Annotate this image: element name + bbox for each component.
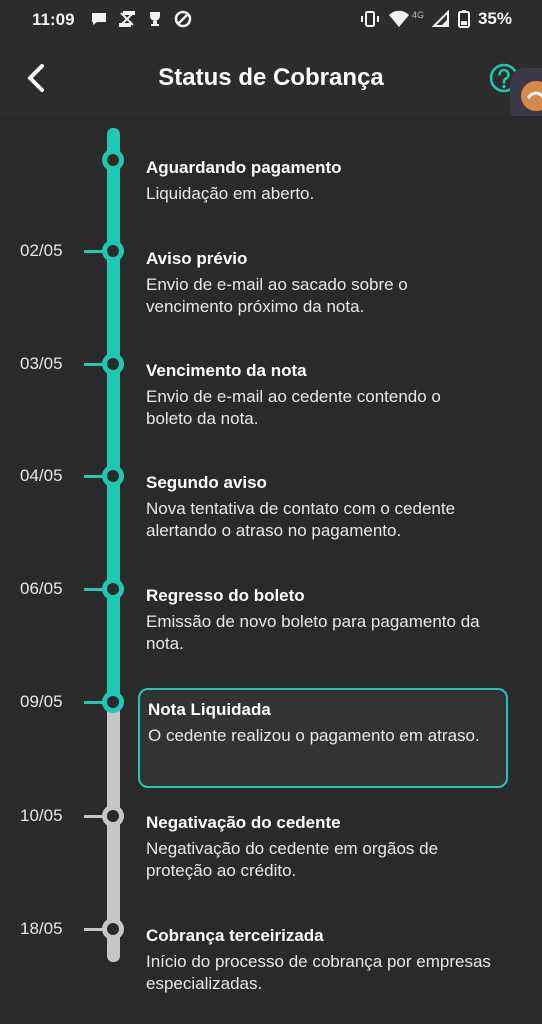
step-date: 09/05 — [20, 692, 63, 711]
vibrate-icon — [360, 10, 380, 28]
network-type-label: 4G — [411, 10, 424, 20]
step-description: Liquidação em aberto. — [146, 184, 315, 203]
status-indicators: 4G 35% — [360, 9, 512, 29]
status-time: 11:09 — [32, 10, 75, 29]
step-title: Nota Liquidada — [148, 700, 271, 719]
blocked-icon — [174, 10, 192, 28]
step-description: O cedente realizou o pagamento em atraso… — [148, 726, 480, 745]
wifi-icon — [388, 10, 410, 28]
timeline-container — [0, 116, 542, 1024]
status-bar: 11:09 4G 35% — [0, 0, 542, 40]
crossed-arrows-icon — [118, 10, 136, 28]
step-title: Aguardando pagamento — [146, 158, 342, 177]
step-description: Envio de e-mail ao sacado sobre o vencim… — [146, 275, 408, 316]
step-title: Cobrança terceirizada — [146, 926, 324, 945]
step-title: Vencimento da nota — [146, 361, 307, 380]
timeline-node — [102, 918, 124, 940]
timeline-node — [102, 240, 124, 262]
step-title: Negativação do cedente — [146, 813, 341, 832]
step-date: 02/05 — [20, 241, 63, 260]
step-description: Negativação do cedente em orgãos de prot… — [146, 839, 439, 880]
timeline-node — [102, 465, 124, 487]
step-date: 03/05 — [20, 354, 63, 373]
signal-icon — [431, 10, 450, 28]
step-title: Regresso do boleto — [146, 586, 305, 605]
timeline-node — [102, 149, 124, 171]
timeline-progress-line — [107, 128, 120, 703]
step-description: Emissão de novo boleto para pagamento da… — [146, 612, 480, 653]
timeline-node — [102, 353, 124, 375]
step-date: 06/05 — [20, 579, 63, 598]
timeline-node — [102, 578, 124, 600]
trophy-icon — [146, 10, 164, 28]
step-date: 10/05 — [20, 806, 63, 825]
app-header: Status de Cobrança — [0, 40, 542, 116]
battery-percent: 35% — [477, 9, 512, 28]
step-title: Segundo aviso — [146, 473, 267, 492]
step-date: 18/05 — [20, 919, 63, 938]
chat-bubble-icon — [90, 10, 108, 28]
timeline-node — [102, 691, 124, 713]
battery-icon — [457, 10, 470, 28]
timeline-node — [102, 805, 124, 827]
page-title: Status de Cobrança — [158, 64, 384, 91]
step-description: Envio de e-mail ao cedente contendo o bo… — [146, 387, 441, 428]
step-description: Início do processo de cobrança por empre… — [146, 952, 491, 993]
notification-icons — [90, 10, 192, 28]
step-title: Aviso prévio — [146, 249, 248, 268]
step-description: Nova tentativa de contato com o cedente … — [146, 499, 456, 540]
step-date: 04/05 — [20, 466, 63, 485]
